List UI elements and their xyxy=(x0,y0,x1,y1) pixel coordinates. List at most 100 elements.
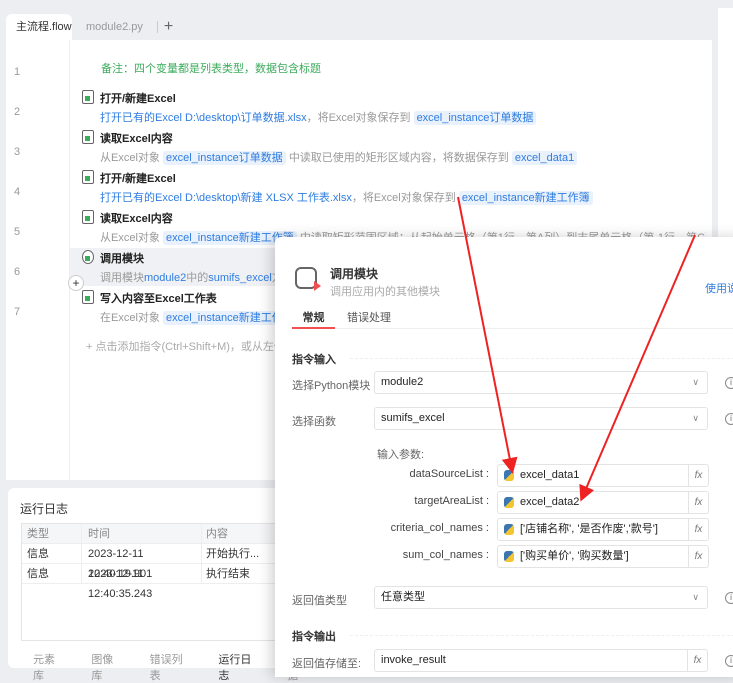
excel-write-icon xyxy=(82,290,94,304)
run-log-panel: 运行日志 类型 时间 内容 信息 2023-12-11 12:40:19.901… xyxy=(8,488,308,682)
info-icon[interactable]: i xyxy=(725,592,733,604)
param-input-datasourcelist[interactable]: excel_data1 fx xyxy=(497,464,709,487)
param-input-criteria-col-names[interactable]: ['店铺名称', '是否作废','款号'] fx xyxy=(497,518,709,541)
flow-row-3[interactable]: 3 读取Excel内容 从Excel对象 excel_instance订单数据 … xyxy=(6,128,706,168)
step-title: 读取Excel内容 xyxy=(100,133,173,145)
store-label: 返回值存储至: xyxy=(292,658,362,670)
return-type-select[interactable]: 任意类型 ∨ xyxy=(374,586,708,609)
variable-chip[interactable]: excel_instance订单数据 xyxy=(162,151,286,165)
tab-module2[interactable]: module2.py xyxy=(72,14,157,40)
line-number: 2 xyxy=(14,106,21,118)
col-content: 内容 xyxy=(206,528,228,540)
info-icon[interactable]: i xyxy=(725,377,733,389)
variable-chip[interactable]: excel_instance订单数据 xyxy=(413,111,537,125)
log-content: 开始执行... xyxy=(206,548,260,560)
invoke-module-dialog: 调用模块 调用应用内的其他模块 使用说 常规 错误处理 指令输入 选择Pytho… xyxy=(275,237,733,677)
step-desc: ，将Excel对象保存到 xyxy=(351,192,456,204)
step-title: 读取Excel内容 xyxy=(100,213,173,225)
step-path: 打开已有的Excel D:\desktop\订单数据.xlsx xyxy=(100,112,307,124)
python-icon xyxy=(504,497,514,508)
fx-button[interactable]: fx xyxy=(688,519,708,540)
chevron-down-icon: ∨ xyxy=(692,413,699,423)
line-number: 4 xyxy=(14,186,21,198)
function-select[interactable]: sumifs_excel ∨ xyxy=(374,407,708,430)
excel-open-icon xyxy=(82,90,94,104)
section-input: 指令输入 xyxy=(292,351,733,367)
log-row: 信息 2023-12-11 12:40:35.243 执行结束 xyxy=(22,564,300,600)
col-time: 时间 xyxy=(82,524,202,543)
step-desc: 在Excel对象 xyxy=(100,312,160,324)
help-link[interactable]: 使用说 xyxy=(705,280,733,296)
log-type: 信息 xyxy=(22,564,82,583)
step-desc: 调用模块 xyxy=(100,272,144,284)
function-value: sumifs_excel xyxy=(381,412,445,424)
return-type-label: 返回值类型 xyxy=(292,595,347,607)
step-title: 写入内容至Excel工作表 xyxy=(100,293,217,305)
param-value: excel_data1 xyxy=(520,469,580,481)
fx-button[interactable]: fx xyxy=(688,546,708,567)
module-value: module2 xyxy=(381,376,424,388)
function-label: 选择函数 xyxy=(292,416,336,428)
param-input-targetarealist[interactable]: excel_data2 fx xyxy=(497,491,709,514)
param-label: targetAreaList : xyxy=(414,495,489,507)
tab-divider xyxy=(156,21,158,33)
add-instruction-hint[interactable]: + 点击添加指令(Ctrl+Shift+M)，或从左侧指 xyxy=(86,338,296,354)
tab-images[interactable]: 图像库 xyxy=(91,651,122,683)
flow-row-2[interactable]: 2 打开/新建Excel 打开已有的Excel D:\desktop\订单数据.… xyxy=(6,88,706,128)
section-output: 指令输出 xyxy=(292,628,733,644)
log-content: 执行结束 xyxy=(206,568,250,580)
tab-main-flow[interactable]: 主流程.flow xyxy=(6,14,72,40)
dialog-tabs: 常规 错误处理 xyxy=(292,309,733,329)
python-icon xyxy=(504,551,514,562)
step-desc: 从Excel对象 xyxy=(100,232,160,244)
module-name: module2 xyxy=(144,272,187,284)
line-number: 6 xyxy=(14,266,21,278)
params-label: 输入参数: xyxy=(377,449,425,461)
excel-read-icon xyxy=(82,210,94,224)
dialog-title: 调用模块 xyxy=(330,267,379,281)
python-module-icon xyxy=(295,267,321,291)
chevron-down-icon: ∨ xyxy=(692,592,699,602)
col-type: 类型 xyxy=(22,524,82,543)
log-title: 运行日志 xyxy=(20,502,69,516)
tab-run-log[interactable]: 运行日志 xyxy=(218,651,260,683)
info-icon[interactable]: i xyxy=(725,413,733,425)
log-row: 信息 2023-12-11 12:40:19.901 开始执行... xyxy=(22,544,300,580)
fx-button[interactable]: fx xyxy=(688,492,708,513)
python-icon xyxy=(504,524,514,535)
param-value: excel_data2 xyxy=(520,496,580,508)
flow-row-1[interactable]: 1 备注：四个变量都是列表类型，数据包含标题 xyxy=(6,48,706,88)
tab-errors[interactable]: 错误列表 xyxy=(150,651,192,683)
tab-elements[interactable]: 元素库 xyxy=(33,651,64,683)
step-desc: 从Excel对象 xyxy=(100,152,160,164)
flow-row-4[interactable]: 4 打开/新建Excel 打开已有的Excel D:\desktop\新建 XL… xyxy=(6,168,706,208)
store-value: invoke_result xyxy=(381,654,446,666)
variable-chip[interactable]: excel_instance新建工作簿 xyxy=(458,191,593,205)
excel-read-icon xyxy=(82,130,94,144)
step-desc: ，将Excel对象保存到 xyxy=(306,112,411,124)
module-select[interactable]: module2 ∨ xyxy=(374,371,708,394)
variable-chip[interactable]: excel_data1 xyxy=(511,151,578,165)
python-module-icon xyxy=(82,250,94,264)
store-input[interactable]: invoke_result fx xyxy=(374,649,708,672)
param-label: dataSourceList : xyxy=(409,468,490,480)
log-time: 2023-12-11 12:40:35.243 xyxy=(82,564,202,600)
param-label: criteria_col_names : xyxy=(390,522,489,534)
log-time: 2023-12-11 12:40:19.901 xyxy=(82,544,202,580)
file-tabs: 主流程.flow module2.py + xyxy=(6,14,173,40)
function-name: sumifs_excel xyxy=(208,272,272,284)
add-tab-button[interactable]: + xyxy=(164,14,173,40)
info-icon[interactable]: i xyxy=(725,655,733,667)
log-type: 信息 xyxy=(22,544,82,563)
param-input-sum-col-names[interactable]: ['购买单价', '购买数量'] fx xyxy=(497,545,709,568)
module-label: 选择Python模块 xyxy=(292,380,371,392)
param-label: sum_col_names : xyxy=(402,549,489,561)
line-number: 7 xyxy=(14,306,21,318)
return-type-value: 任意类型 xyxy=(381,591,425,603)
tab-general[interactable]: 常规 xyxy=(292,309,335,329)
fx-button[interactable]: fx xyxy=(688,465,708,486)
param-value: ['店铺名称', '是否作废','款号'] xyxy=(520,523,658,535)
tab-error-handling[interactable]: 错误处理 xyxy=(347,309,391,325)
line-number: 5 xyxy=(14,226,21,238)
step-desc: 中读取已使用的矩形区域内容，将数据保存到 xyxy=(288,152,509,164)
